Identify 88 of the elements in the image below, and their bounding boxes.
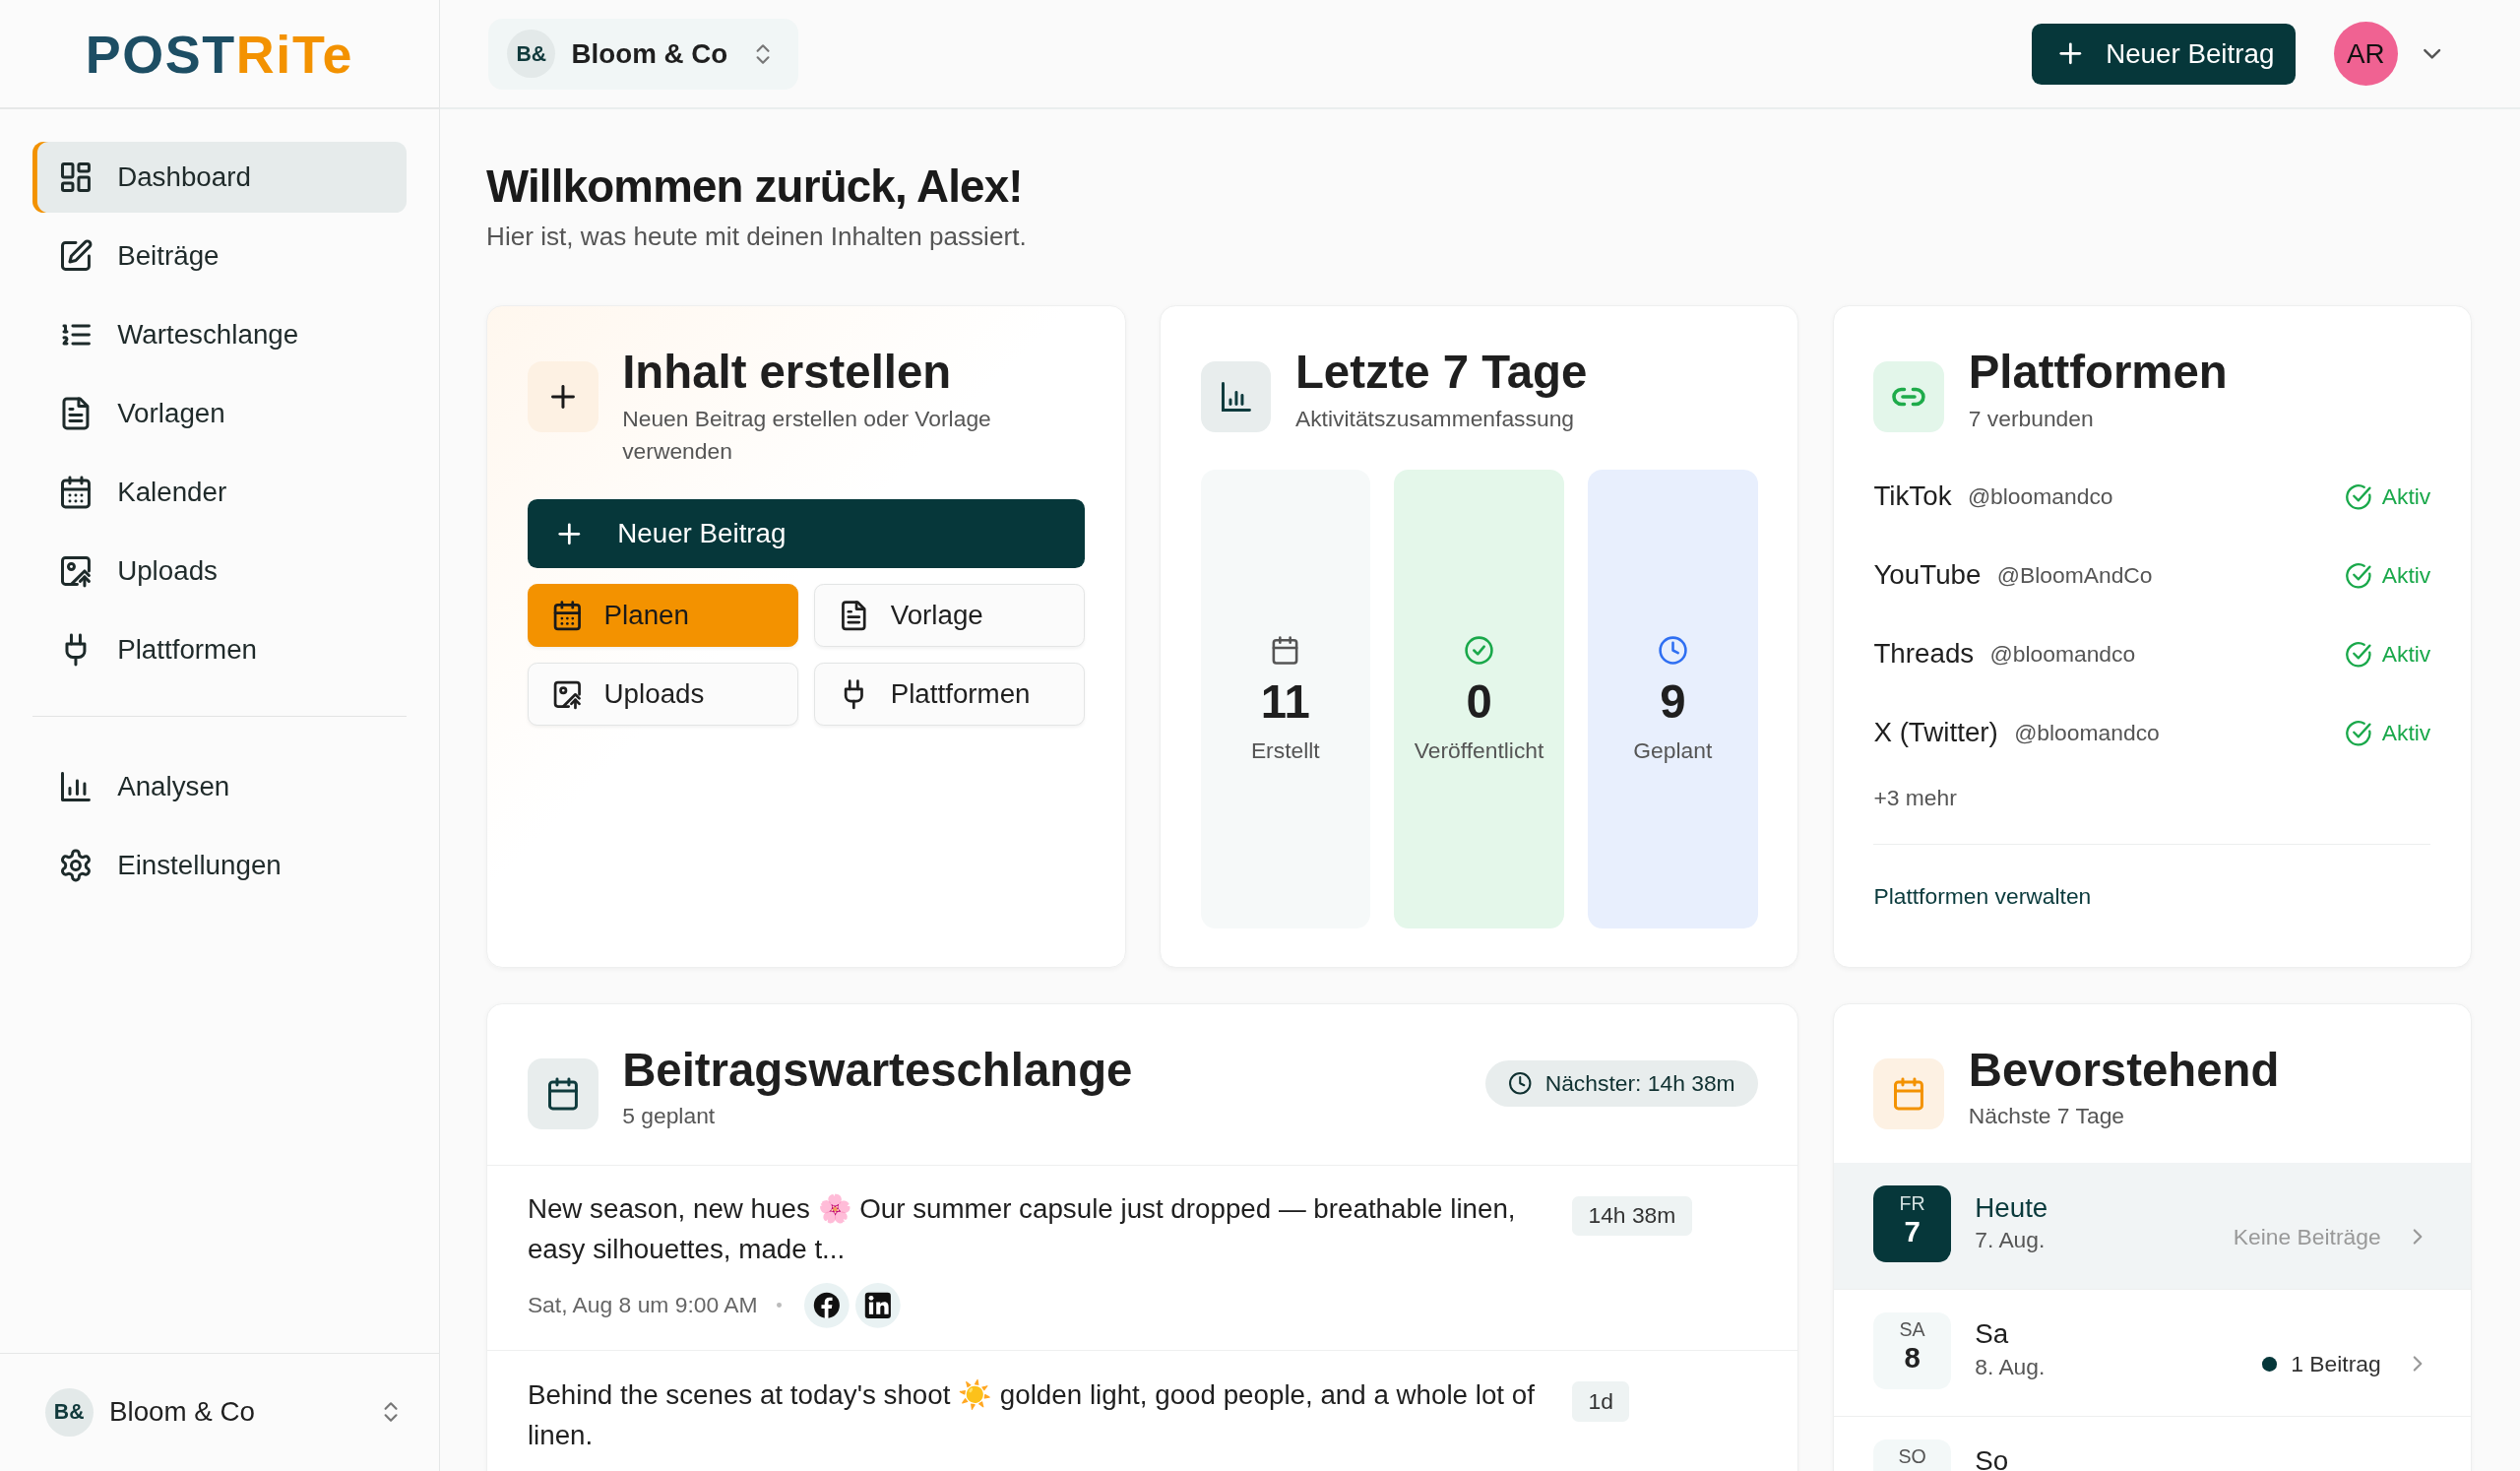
card-title: Beitragswarteschlange [622,1043,1134,1099]
day-date: 7. Aug. [1975,1226,2047,1253]
time-badge: 14h 38m [1572,1195,1692,1236]
day-name: So [1975,1445,2010,1471]
check-circle-icon [1464,634,1495,666]
platform-name: YouTube [1873,559,1982,592]
stat-label: Veröffentlicht [1414,736,1544,764]
workspace-avatar: B& [44,1387,94,1437]
date-badge: SO [1873,1439,1951,1471]
platform-name: TikTok [1873,480,1952,513]
day-name: Sa [1975,1318,2010,1351]
check-circle-icon [2345,482,2372,511]
action-button[interactable]: Uploads [527,663,798,726]
card-subtitle: Aktivitätszusammenfassung [1294,404,1576,433]
card-title: Plattformen [1968,345,2228,401]
workspace-name: Bloom & Co [571,37,728,70]
manage-platforms-link[interactable]: Plattformen verwalten [1873,883,2092,909]
new-post-button[interactable]: Neuer Beitrag [2032,23,2296,85]
check-circle-icon [2345,561,2372,590]
nav-item[interactable]: Kalender [32,456,408,528]
card-subtitle: 7 verbunden [1968,404,2095,433]
new-post-button[interactable]: Neuer Beitrag [527,498,1085,569]
day-row[interactable]: SA 8 Sa 8. Aug. 1 Beitrag [1833,1290,2472,1418]
nav-item[interactable]: Uploads [32,535,408,607]
linkedin-icon [855,1282,901,1328]
status-label: Aktiv [2345,719,2431,747]
check-circle-icon [2345,719,2372,747]
post-text: New season, new hues 🌸 Our summer capsule just dropped — breathable linen, easy silhouettes, made t... [527,1192,1517,1267]
card-title: Inhalt erstellen [622,345,953,401]
check-circle-icon [2345,640,2372,669]
stat-label: Geplant [1633,736,1713,764]
card-subtitle: Nächste 7 Tage [1968,1102,2126,1131]
post-count: Keine Beiträge [2233,1224,2381,1251]
welcome-title: Willkommen zurück, Alex! [486,160,1024,213]
day-row[interactable]: FR 7 Heute 7. Aug. Keine Beiträge [1833,1163,2472,1291]
nav-item[interactable]: Warteschlange [32,299,408,370]
action-button[interactable]: Plattformen [813,663,1085,726]
stat-label: Erstellt [1250,736,1320,764]
facebook-icon [803,1282,850,1328]
card-subtitle: 5 geplant [622,1102,717,1131]
post-text: Behind the scenes at today's shoot ☀ golden light, good people, and a whole lot of linen. [527,1377,1536,1452]
day-name: Heute [1975,1191,2049,1224]
action-button[interactable]: Vorlage [813,584,1085,648]
post-time: Sat, Aug 8 um 9:00 AM [527,1292,758,1319]
workspace-name: Bloom & Co [109,1396,256,1429]
card-subtitle: Neuen Beitrag erstellen oder Vorlage verwenden [622,404,992,466]
nav-item[interactable]: Einstellungen [32,829,408,901]
stat-value: 0 [1466,674,1492,730]
card-title: Bevorstehend [1968,1043,2280,1099]
user-avatar[interactable]: AR [2333,22,2399,87]
time-badge: 1d [1572,1381,1630,1422]
platform-handle: @bloomandco [2014,719,2160,746]
calendar-icon [1873,1058,1945,1130]
workspace-switcher[interactable]: B& Bloom & Co [44,1387,404,1437]
date-badge: FR 7 [1873,1185,1951,1263]
platform-handle: @BloomAndCo [1996,561,2153,589]
action-button[interactable]: Planen [527,584,798,648]
clock-icon [1657,634,1688,666]
platform-handle: @bloomandco [1989,640,2136,668]
stat-value: 9 [1660,674,1686,730]
card-title: Letzte 7 Tage [1294,345,1588,401]
plus-icon [527,360,598,432]
post-count: 1 Beitrag [2291,1351,2381,1377]
nav-item[interactable]: Dashboard [32,142,408,213]
nav-item[interactable]: Beiträge [32,221,408,291]
workspace-avatar: B& [507,30,556,79]
day-date: 8. Aug. [1975,1353,2047,1380]
link-icon [1873,360,1945,432]
nav-item[interactable]: Vorlagen [32,378,408,449]
status-label: Aktiv [2345,561,2431,590]
clock-icon [1508,1071,1533,1096]
workspace-switcher[interactable]: B& Bloom & Co [487,18,799,90]
platform-name: X (Twitter) [1873,717,1998,749]
stat-value: 11 [1260,674,1310,730]
platform-handle: @bloomandco [1967,482,2113,510]
more-count: +3 mehr [1873,785,1958,812]
date-badge: SA 8 [1873,1311,1951,1390]
nav-item[interactable]: Plattformen [32,613,408,685]
bar-chart-icon [1200,360,1272,432]
status-label: Aktiv [2345,640,2431,669]
platform-name: Threads [1873,638,1975,671]
logo: POSTRiTe [85,23,354,85]
status-label: Aktiv [2345,482,2431,511]
welcome-subtitle: Hier ist, was heute mit deinen Inhalten passiert. [486,222,1028,253]
day-row[interactable]: SO So [1833,1417,2472,1471]
calendar-icon [527,1058,598,1130]
next-post-badge: Nächster: 14h 38m [1485,1060,1758,1108]
nav-item[interactable]: Analysen [32,750,408,822]
